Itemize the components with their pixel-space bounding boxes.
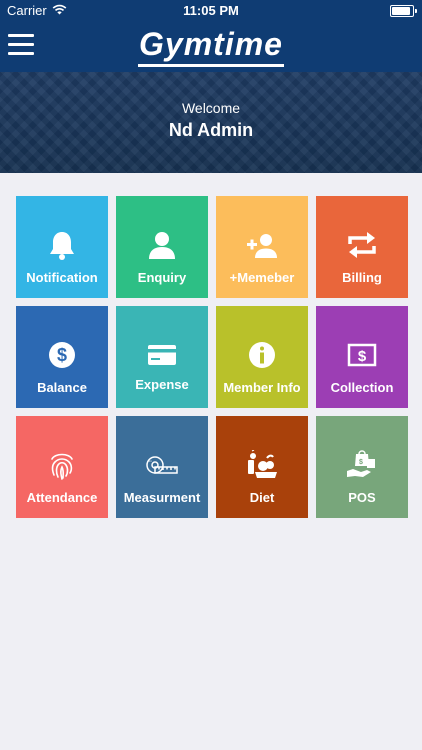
- tile-label: POS: [348, 490, 376, 505]
- tile-label: +Memeber: [229, 270, 295, 285]
- tile-balance[interactable]: $ Balance: [16, 306, 108, 408]
- svg-text:cm: cm: [148, 459, 153, 463]
- tile-diet[interactable]: Diet: [216, 416, 308, 518]
- tile-measurement[interactable]: cm Measurment: [116, 416, 208, 518]
- tile-label: Diet: [249, 490, 275, 505]
- nav-bar: Gymtime: [0, 20, 422, 72]
- tile-enquiry[interactable]: Enquiry: [116, 196, 208, 298]
- status-bar: Carrier 11:05 PM: [0, 0, 422, 20]
- svg-text:$: $: [359, 459, 363, 466]
- tile-billing[interactable]: Billing: [316, 196, 408, 298]
- welcome-user-name: Nd Admin: [168, 120, 254, 140]
- tile-pos[interactable]: $ POS: [316, 416, 408, 518]
- app-logo-text: Gymtime: [139, 26, 283, 62]
- battery-icon: [390, 5, 417, 17]
- card-icon: [145, 338, 179, 372]
- tape-measure-icon: cm: [145, 448, 179, 482]
- dashboard-grid: Notification Enquiry +Memeber Billing $ …: [16, 196, 408, 518]
- svg-text:$: $: [57, 345, 67, 365]
- shopping-bag-icon: $: [345, 448, 379, 482]
- tile-label: Collection: [330, 380, 394, 395]
- welcome-greeting: Welcome: [181, 100, 241, 116]
- tile-label: Balance: [37, 380, 87, 395]
- user-icon: [145, 228, 179, 262]
- bell-icon: [45, 228, 79, 262]
- tile-label: Member Info: [223, 380, 301, 395]
- tile-notification[interactable]: Notification: [16, 196, 108, 298]
- tile-expense[interactable]: Expense: [116, 306, 208, 408]
- clock: 11:05 PM: [183, 3, 239, 18]
- svg-text:$: $: [358, 348, 367, 365]
- person-add-icon: [245, 228, 279, 262]
- tile-label: Enquiry: [137, 270, 187, 285]
- repeat-icon: [345, 228, 379, 262]
- food-icon: [245, 448, 279, 482]
- tile-label: Billing: [342, 270, 382, 285]
- cash-icon: $: [345, 338, 379, 372]
- tile-label: Expense: [135, 377, 189, 392]
- tile-label: Measurment: [123, 490, 201, 505]
- fingerprint-icon: [45, 448, 79, 482]
- tile-attendance[interactable]: Attendance: [16, 416, 108, 518]
- welcome-banner: Welcome Nd Admin: [0, 72, 422, 173]
- info-icon: [245, 338, 279, 372]
- tile-label: Notification: [26, 270, 98, 285]
- tile-collection[interactable]: $ Collection: [316, 306, 408, 408]
- tile-member-info[interactable]: Member Info: [216, 306, 308, 408]
- tile-label: Attendance: [26, 490, 98, 505]
- dollar-icon: $: [45, 338, 79, 372]
- app-logo: Gymtime: [0, 26, 422, 67]
- tile-add-member[interactable]: +Memeber: [216, 196, 308, 298]
